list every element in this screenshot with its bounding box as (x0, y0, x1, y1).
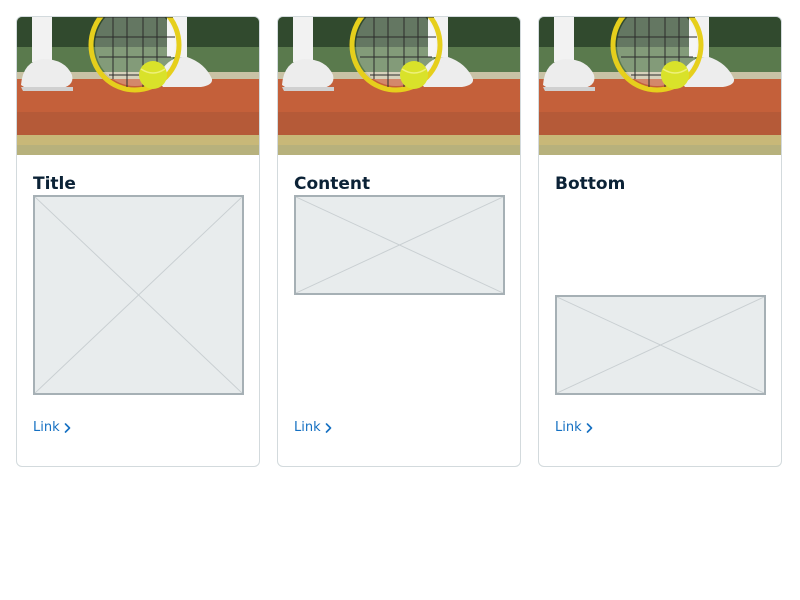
card-heading: Bottom (555, 174, 626, 194)
hero-image (278, 17, 520, 155)
card-heading: Title (33, 174, 76, 194)
card-row: Title Link Content Link Bottom Link (16, 16, 784, 468)
card-content: Content Link (277, 16, 521, 467)
chevron-right-icon (64, 423, 70, 433)
chevron-right-icon (325, 423, 331, 433)
card-bottom: Bottom Link (538, 16, 782, 467)
card-heading: Content (294, 174, 371, 194)
card-title: Title Link (16, 16, 260, 467)
hero-image (539, 17, 781, 155)
hero-image (17, 17, 259, 155)
card-link[interactable]: Link (33, 419, 71, 437)
tennis-photo (539, 17, 781, 155)
chevron-right-icon (586, 423, 592, 433)
card-link[interactable]: Link (555, 419, 593, 437)
link-label: Link (294, 420, 321, 435)
image-placeholder-icon (555, 295, 766, 395)
tennis-photo (278, 17, 520, 155)
image-placeholder-icon (33, 195, 244, 395)
tennis-photo (17, 17, 259, 155)
link-label: Link (33, 420, 60, 435)
image-placeholder-icon (294, 195, 505, 295)
card-link[interactable]: Link (294, 419, 332, 437)
link-label: Link (555, 420, 582, 435)
